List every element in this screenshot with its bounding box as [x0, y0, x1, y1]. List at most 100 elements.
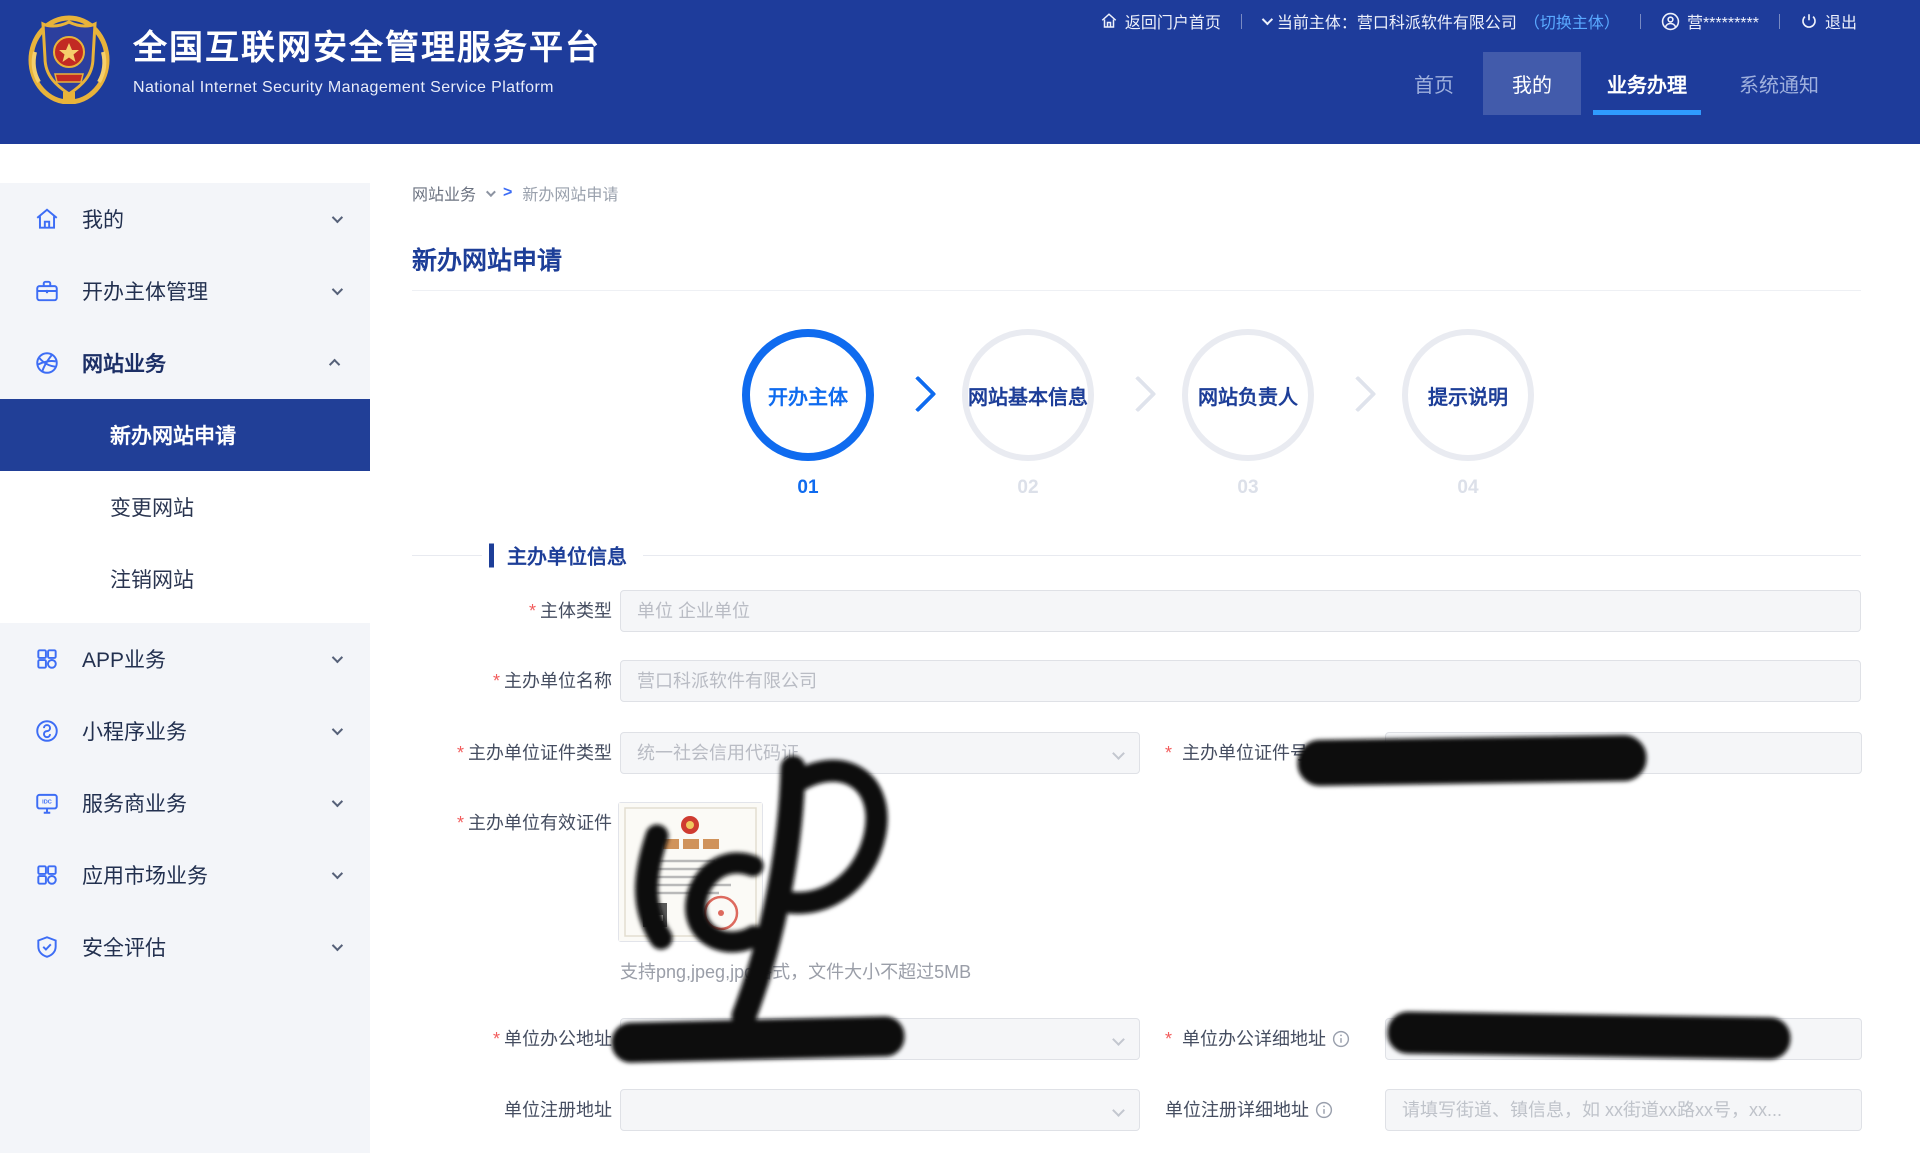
step-number: 03 [1182, 477, 1314, 499]
sidebar-item-app-business[interactable]: APP业务 [0, 623, 370, 695]
step-4-instructions: 提示说明 04 [1402, 329, 1534, 499]
tab-home[interactable]: 首页 [1385, 52, 1483, 115]
required-asterisk: * [529, 601, 536, 621]
info-icon[interactable] [1332, 1030, 1350, 1048]
field-label: *主办单位有效证件 [370, 802, 612, 844]
idc-monitor-icon: IDC [34, 790, 60, 816]
topbar: 返回门户首页 当前主体：营口科派软件有限公司 （切换主体） 营*********… [1100, 0, 1857, 42]
breadcrumb-level1[interactable]: 网站业务 [412, 181, 476, 205]
breadcrumb-arrow: > [503, 184, 512, 202]
home-icon [1100, 12, 1118, 30]
chevron-down-icon [332, 868, 343, 879]
step-circle: 提示说明 [1402, 329, 1534, 461]
info-icon[interactable] [1315, 1101, 1333, 1119]
required-asterisk: * [457, 743, 464, 763]
logout-label: 退出 [1825, 9, 1857, 33]
cert-type-select[interactable]: 统一社会信用代码证 [620, 732, 1140, 774]
sidebar-item-subject-management[interactable]: 开办主体管理 [0, 255, 370, 327]
step-3-website-manager: 网站负责人 03 [1182, 329, 1314, 499]
chevron-down-icon [332, 940, 343, 951]
police-badge-logo [27, 12, 111, 104]
step-arrow-icon [1120, 376, 1157, 413]
sidebar-item-mine[interactable]: 我的 [0, 183, 370, 255]
tab-business[interactable]: 业务办理 [1581, 52, 1713, 115]
field-label: *单位办公地址 [370, 1018, 612, 1060]
sidebar-item-label: 应用市场业务 [82, 860, 208, 890]
field-label: 单位注册详细地址 [1165, 1089, 1333, 1131]
field-label: *主体类型 [370, 590, 612, 632]
form-row-cert-file: *主办单位有效证件 [370, 802, 1920, 844]
required-asterisk: * [457, 813, 464, 833]
brand: 全国互联网安全管理服务平台 National Internet Security… [27, 12, 601, 104]
user-menu[interactable]: 营********* [1661, 9, 1759, 33]
chevron-down-icon [332, 724, 343, 735]
sidebar-subitem-change-website[interactable]: 变更网站 [0, 471, 370, 543]
tab-mine[interactable]: 我的 [1483, 52, 1581, 115]
field-label: *主办单位名称 [370, 660, 612, 702]
cert-no-input[interactable] [1385, 732, 1862, 774]
business-license-image [619, 803, 762, 941]
sidebar-subitem-label: 新办网站申请 [110, 420, 236, 450]
form-row-org-name: *主办单位名称 营口科派软件有限公司 [370, 660, 1920, 702]
topbar-divider [1640, 14, 1641, 29]
required-asterisk: * [1165, 732, 1172, 774]
form-row-office-address: *单位办公地址 *单位办公详细地址 [370, 1018, 1920, 1060]
field-label: *主办单位证件类型 [370, 732, 612, 774]
field-label: 单位注册地址 [370, 1089, 612, 1131]
sidebar: 我的 开办主体管理 网站业务 新办网站申请 变更网站 注销网站 [0, 144, 370, 1153]
upload-hint: 支持png,jpeg,jpg格式，文件大小不超过5MB [620, 958, 971, 984]
home-icon [34, 206, 60, 232]
entity-chevron-down-icon [1262, 14, 1273, 25]
chevron-down-icon [332, 284, 343, 295]
sidebar-subitem-new-website-application[interactable]: 新办网站申请 [0, 399, 370, 471]
office-address-detail-input[interactable] [1385, 1018, 1862, 1060]
step-number: 04 [1402, 477, 1534, 499]
step-arrow-icon [900, 376, 937, 413]
sidebar-item-website-business[interactable]: 网站业务 [0, 327, 370, 399]
globe-icon [34, 350, 60, 376]
step-circle: 网站基本信息 [962, 329, 1094, 461]
sidebar-item-app-market-business[interactable]: 应用市场业务 [0, 839, 370, 911]
back-home-link[interactable]: 返回门户首页 [1100, 9, 1221, 33]
sidebar-item-miniprogram-business[interactable]: 小程序业务 [0, 695, 370, 767]
brand-title: 全国互联网安全管理服务平台 [133, 20, 601, 69]
topbar-divider [1779, 14, 1780, 29]
sidebar-item-label: 开办主体管理 [82, 276, 208, 306]
form-row-subject-type: *主体类型 单位 企业单位 [370, 590, 1920, 632]
registered-address-select[interactable] [620, 1089, 1140, 1131]
sidebar-item-security-assessment[interactable]: 安全评估 [0, 911, 370, 983]
field-label: *单位办公详细地址 [1165, 1018, 1350, 1060]
breadcrumb-caret-icon [486, 187, 496, 197]
page-title: 新办网站申请 [412, 241, 562, 277]
topbar-divider [1241, 14, 1242, 29]
panel-top-border [412, 290, 1861, 291]
field-label: *主办单位证件号 [1165, 732, 1308, 774]
office-address-select[interactable] [620, 1018, 1140, 1060]
step-number: 02 [962, 477, 1094, 499]
sidebar-subitem-cancel-website[interactable]: 注销网站 [0, 543, 370, 615]
required-asterisk: * [493, 1029, 500, 1049]
breadcrumb-level2: 新办网站申请 [522, 181, 618, 205]
certificate-upload-preview[interactable] [618, 802, 763, 942]
form-row-registered-address: 单位注册地址 单位注册详细地址 请填写街道、镇信息，如 xx街道xx路xx号，x… [370, 1089, 1920, 1131]
current-entity[interactable]: 当前主体：营口科派软件有限公司 （切换主体） [1262, 9, 1620, 33]
subject-type-input[interactable]: 单位 企业单位 [620, 590, 1861, 632]
briefcase-icon [34, 278, 60, 304]
form-row-certificate: *主办单位证件类型 统一社会信用代码证 *主办单位证件号 [370, 732, 1920, 774]
chevron-up-icon [329, 359, 340, 370]
chevron-down-icon [332, 652, 343, 663]
org-name-input[interactable]: 营口科派软件有限公司 [620, 660, 1861, 702]
user-icon [1661, 12, 1680, 31]
miniapp-icon [34, 718, 60, 744]
switch-entity-link[interactable]: （切换主体） [1524, 9, 1620, 33]
logout-button[interactable]: 退出 [1800, 9, 1857, 33]
sidebar-item-label: 安全评估 [82, 932, 166, 962]
sidebar-item-service-provider-business[interactable]: IDC 服务商业务 [0, 767, 370, 839]
application-window: 返回门户首页 当前主体：营口科派软件有限公司 （切换主体） 营*********… [0, 0, 1920, 1153]
step-circle: 网站负责人 [1182, 329, 1314, 461]
tab-notifications[interactable]: 系统通知 [1713, 52, 1845, 115]
power-icon [1800, 12, 1818, 30]
step-1-subject: 开办主体 01 [742, 329, 874, 499]
registered-address-detail-input[interactable]: 请填写街道、镇信息，如 xx街道xx路xx号，xx... [1385, 1089, 1862, 1131]
grid-icon [34, 646, 60, 672]
